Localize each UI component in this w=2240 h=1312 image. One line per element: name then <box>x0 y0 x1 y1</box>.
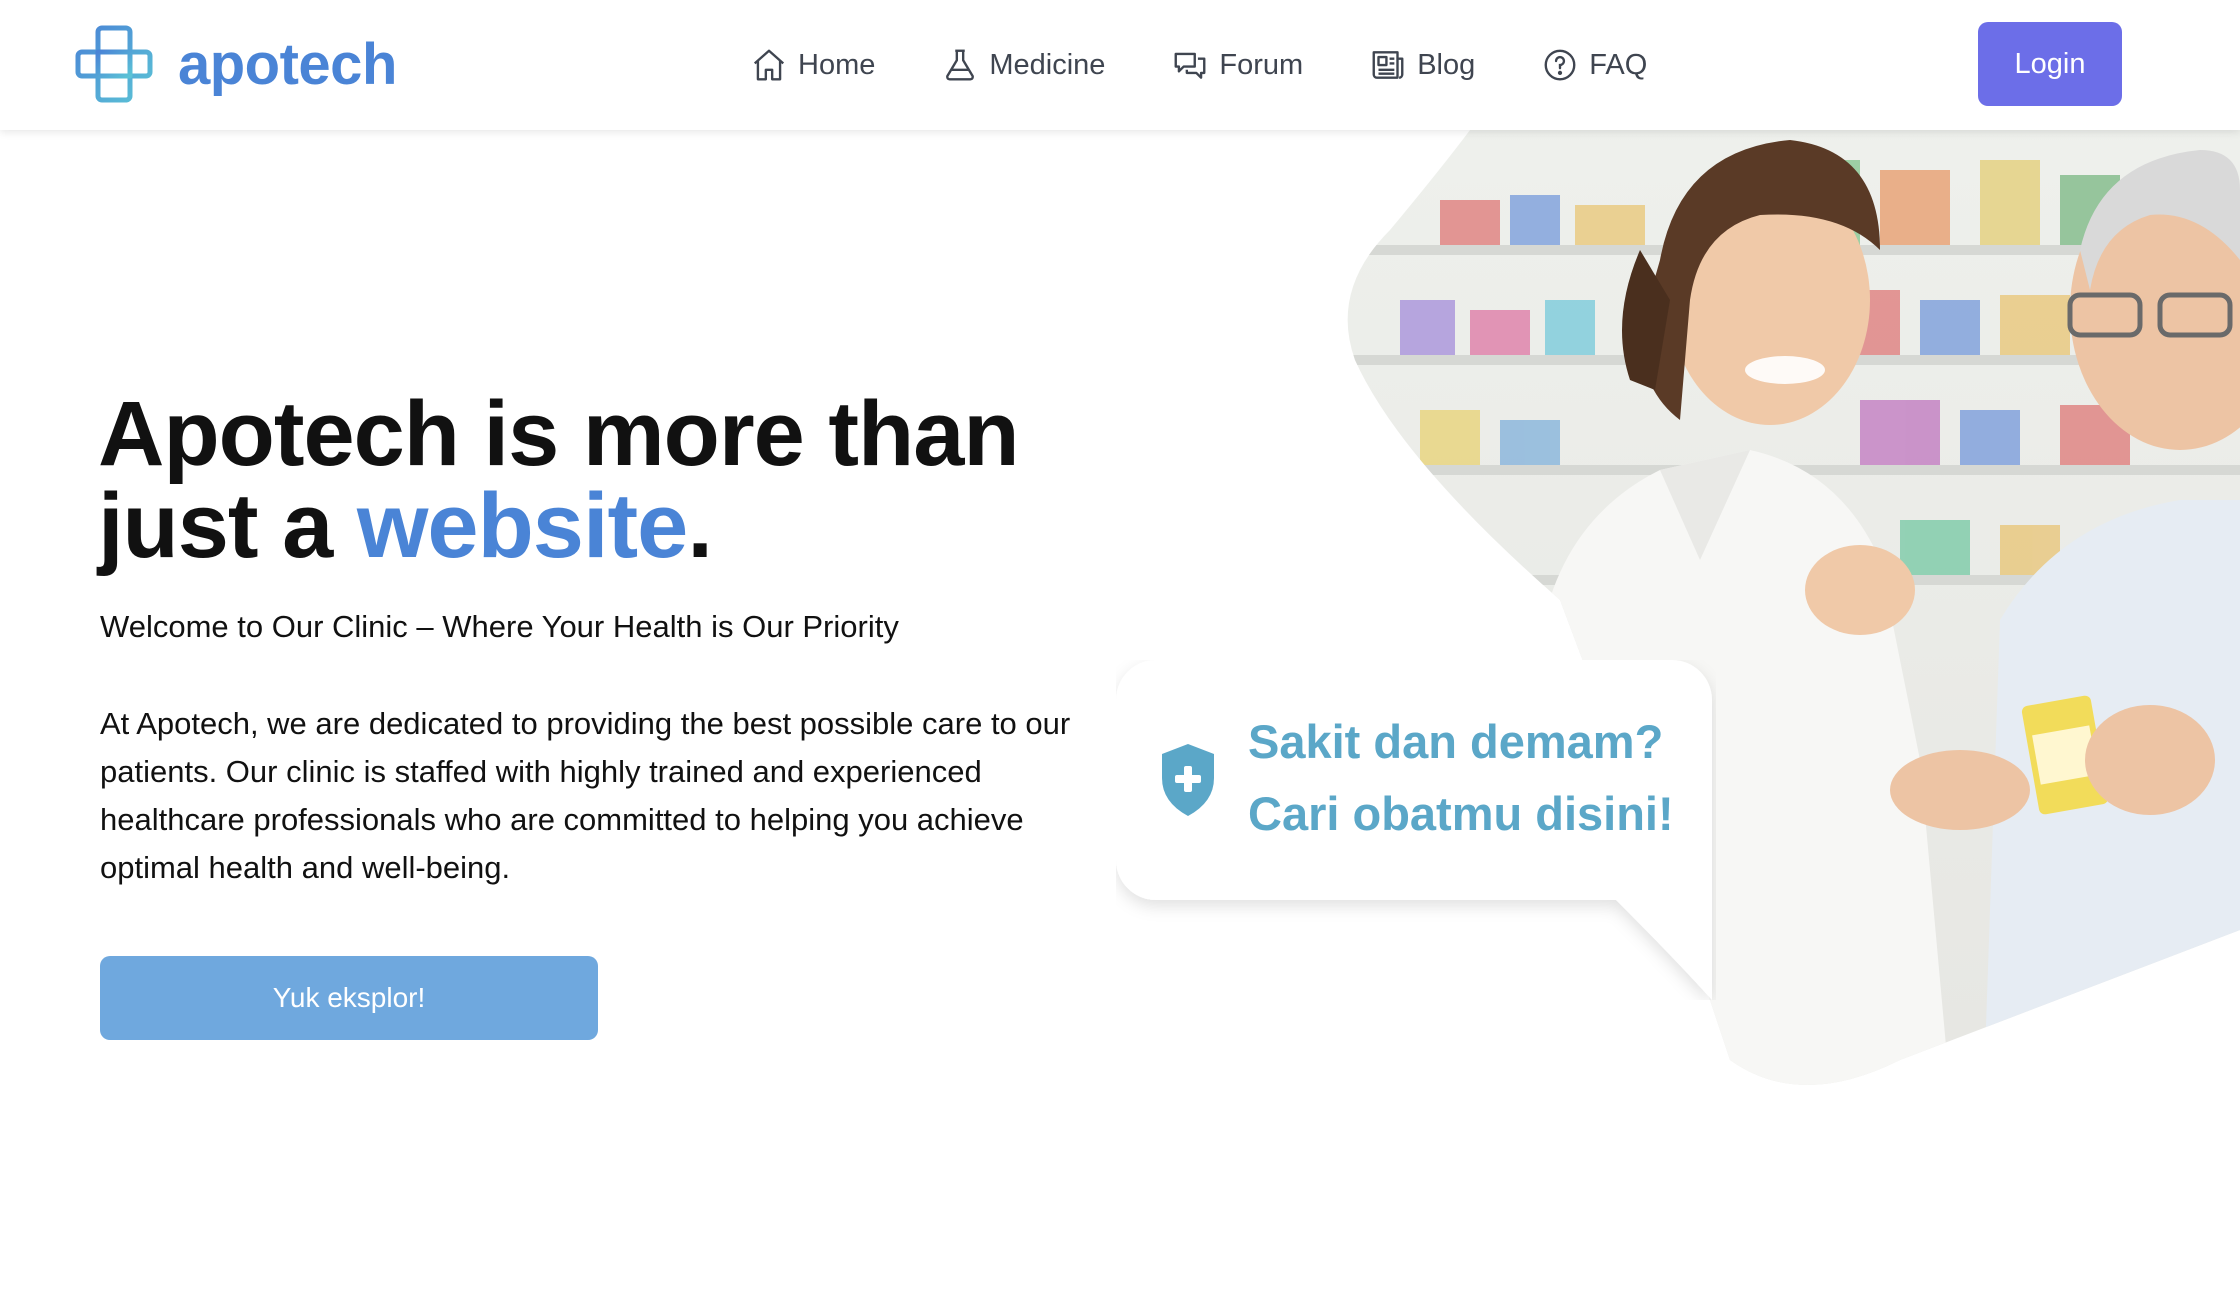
brand-name: apotech <box>178 31 397 97</box>
hero-subtitle: Welcome to Our Clinic – Where Your Healt… <box>100 609 899 644</box>
nav-item-blog[interactable]: Blog <box>1369 46 1475 84</box>
cross-logo-icon <box>75 25 153 103</box>
hero-title-line2: just a <box>98 475 357 577</box>
chat-bubbles-icon <box>1174 52 1206 79</box>
nav-item-label: Blog <box>1417 48 1476 81</box>
hero-title-accent: website <box>356 475 688 577</box>
nav-item-label: FAQ <box>1589 48 1648 81</box>
login-button[interactable]: Login <box>1978 22 2122 106</box>
nav-item-medicine[interactable]: Medicine <box>941 46 1105 84</box>
hero-image <box>1347 130 2240 1085</box>
nav-item-label: Medicine <box>989 48 1106 81</box>
nav-item-label: Home <box>798 48 876 81</box>
hero-title-line1: Apotech is more than <box>98 383 1020 485</box>
newspaper-icon <box>1372 51 1404 79</box>
hero-title: Apotech is more than just a website. <box>98 388 1098 572</box>
shield-plus-icon <box>1162 744 1214 816</box>
nav-item-home[interactable]: Home <box>750 46 875 84</box>
hero-title-period: . <box>687 475 713 577</box>
callout-line2: Cari obatmu disini! <box>1248 787 1674 840</box>
nav-item-faq[interactable]: FAQ <box>1541 46 1647 84</box>
hero-description: At Apotech, we are dedicated to providin… <box>100 706 1071 885</box>
nav-item-forum[interactable]: Forum <box>1171 46 1303 84</box>
home-icon <box>753 49 785 81</box>
flask-icon <box>946 49 975 81</box>
nav-item-label: Forum <box>1219 48 1304 81</box>
explore-button[interactable]: Yuk eksplor! <box>100 956 598 1040</box>
navbar: apotech Home Medicine Forum Blog FAQ Log… <box>0 0 2240 130</box>
callout-card[interactable]: Sakit dan demam? Cari obatmu disini! <box>1116 660 1716 1000</box>
question-circle-icon <box>1544 49 1576 81</box>
main-nav: Home Medicine Forum Blog FAQ <box>750 40 1647 90</box>
callout-line1: Sakit dan demam? <box>1248 715 1664 768</box>
brand[interactable]: apotech <box>72 22 397 106</box>
